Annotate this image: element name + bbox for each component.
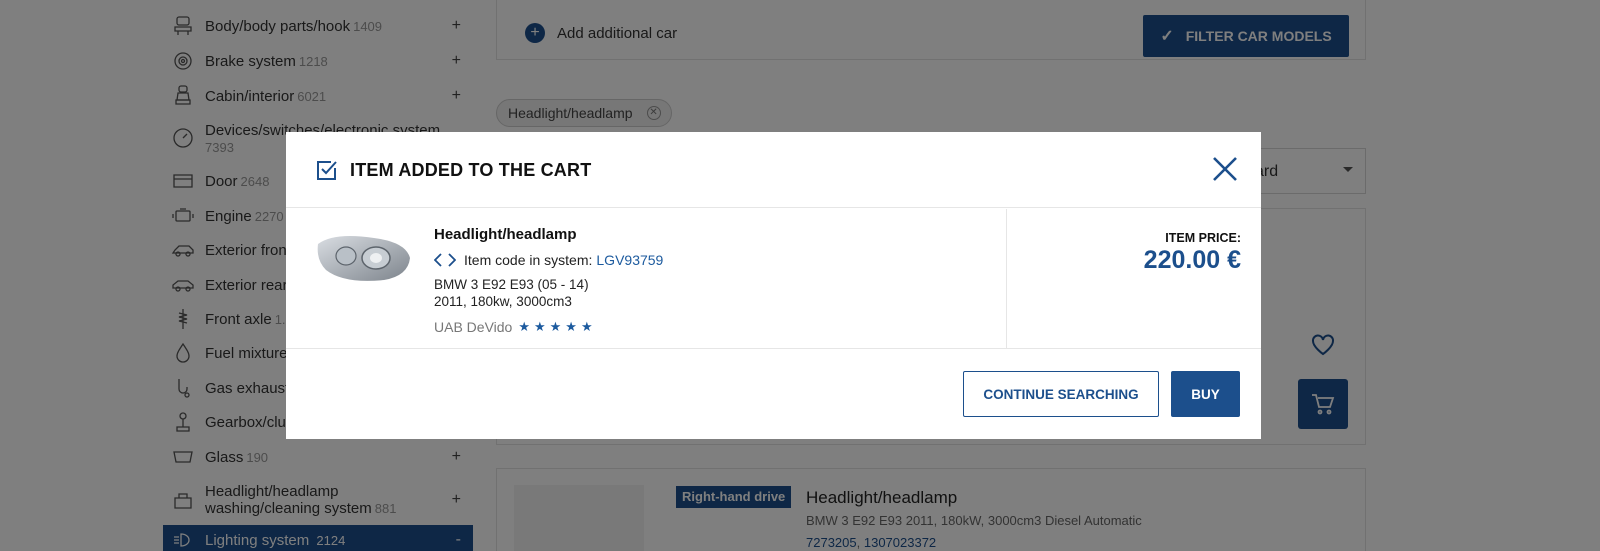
price-value: 220.00 € bbox=[1143, 246, 1241, 274]
modal-body: Headlight/headlamp Item code in system: … bbox=[286, 209, 1261, 349]
car-model: BMW 3 E92 E93 (05 - 14) bbox=[434, 277, 589, 292]
divider bbox=[1006, 209, 1007, 349]
checkbox-checked-icon bbox=[317, 161, 337, 180]
rating-stars-icon: ★★★★★ bbox=[518, 319, 597, 334]
headlight-product-image bbox=[317, 236, 410, 281]
item-code-line: Item code in system: LGV93759 bbox=[434, 252, 663, 268]
modal-header: ITEM ADDED TO THE CART bbox=[286, 132, 1261, 208]
added-to-cart-modal: ITEM ADDED TO THE CART Headlight/headlam… bbox=[286, 132, 1261, 439]
price-label: ITEM PRICE: bbox=[1165, 231, 1241, 245]
close-icon[interactable] bbox=[1210, 154, 1240, 184]
product-name: Headlight/headlamp bbox=[434, 226, 577, 243]
continue-searching-button[interactable]: CONTINUE SEARCHING bbox=[963, 371, 1159, 417]
seller-name[interactable]: UAB DeVido bbox=[434, 319, 512, 335]
modal-title: ITEM ADDED TO THE CART bbox=[350, 160, 592, 180]
seller-info: UAB DeVido ★★★★★ bbox=[434, 319, 597, 335]
code-brackets-icon bbox=[434, 253, 456, 267]
item-code-label: Item code in system: bbox=[464, 252, 593, 268]
car-info: BMW 3 E92 E93 (05 - 14) 2011, 180kw, 300… bbox=[434, 276, 589, 310]
item-code-value[interactable]: LGV93759 bbox=[596, 252, 663, 268]
car-specs: 2011, 180kw, 3000cm3 bbox=[434, 294, 572, 309]
buy-button[interactable]: BUY bbox=[1171, 371, 1240, 417]
